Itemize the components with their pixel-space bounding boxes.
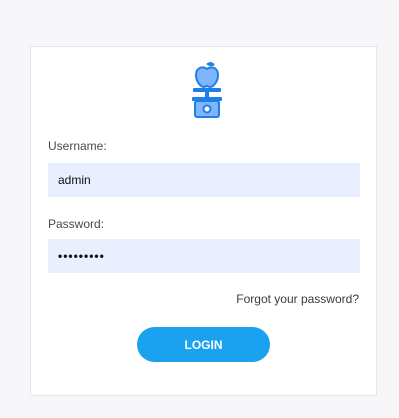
username-label: Username: [48,139,107,153]
password-label: Password: [48,217,105,231]
forgot-password-link[interactable]: Forgot your password? [236,292,359,306]
apple-scale-icon [191,62,223,120]
username-input[interactable] [48,163,360,197]
login-card: Username: Password: Forgot your password… [30,46,377,396]
login-button[interactable]: LOGIN [137,327,270,362]
password-input[interactable] [48,239,360,273]
